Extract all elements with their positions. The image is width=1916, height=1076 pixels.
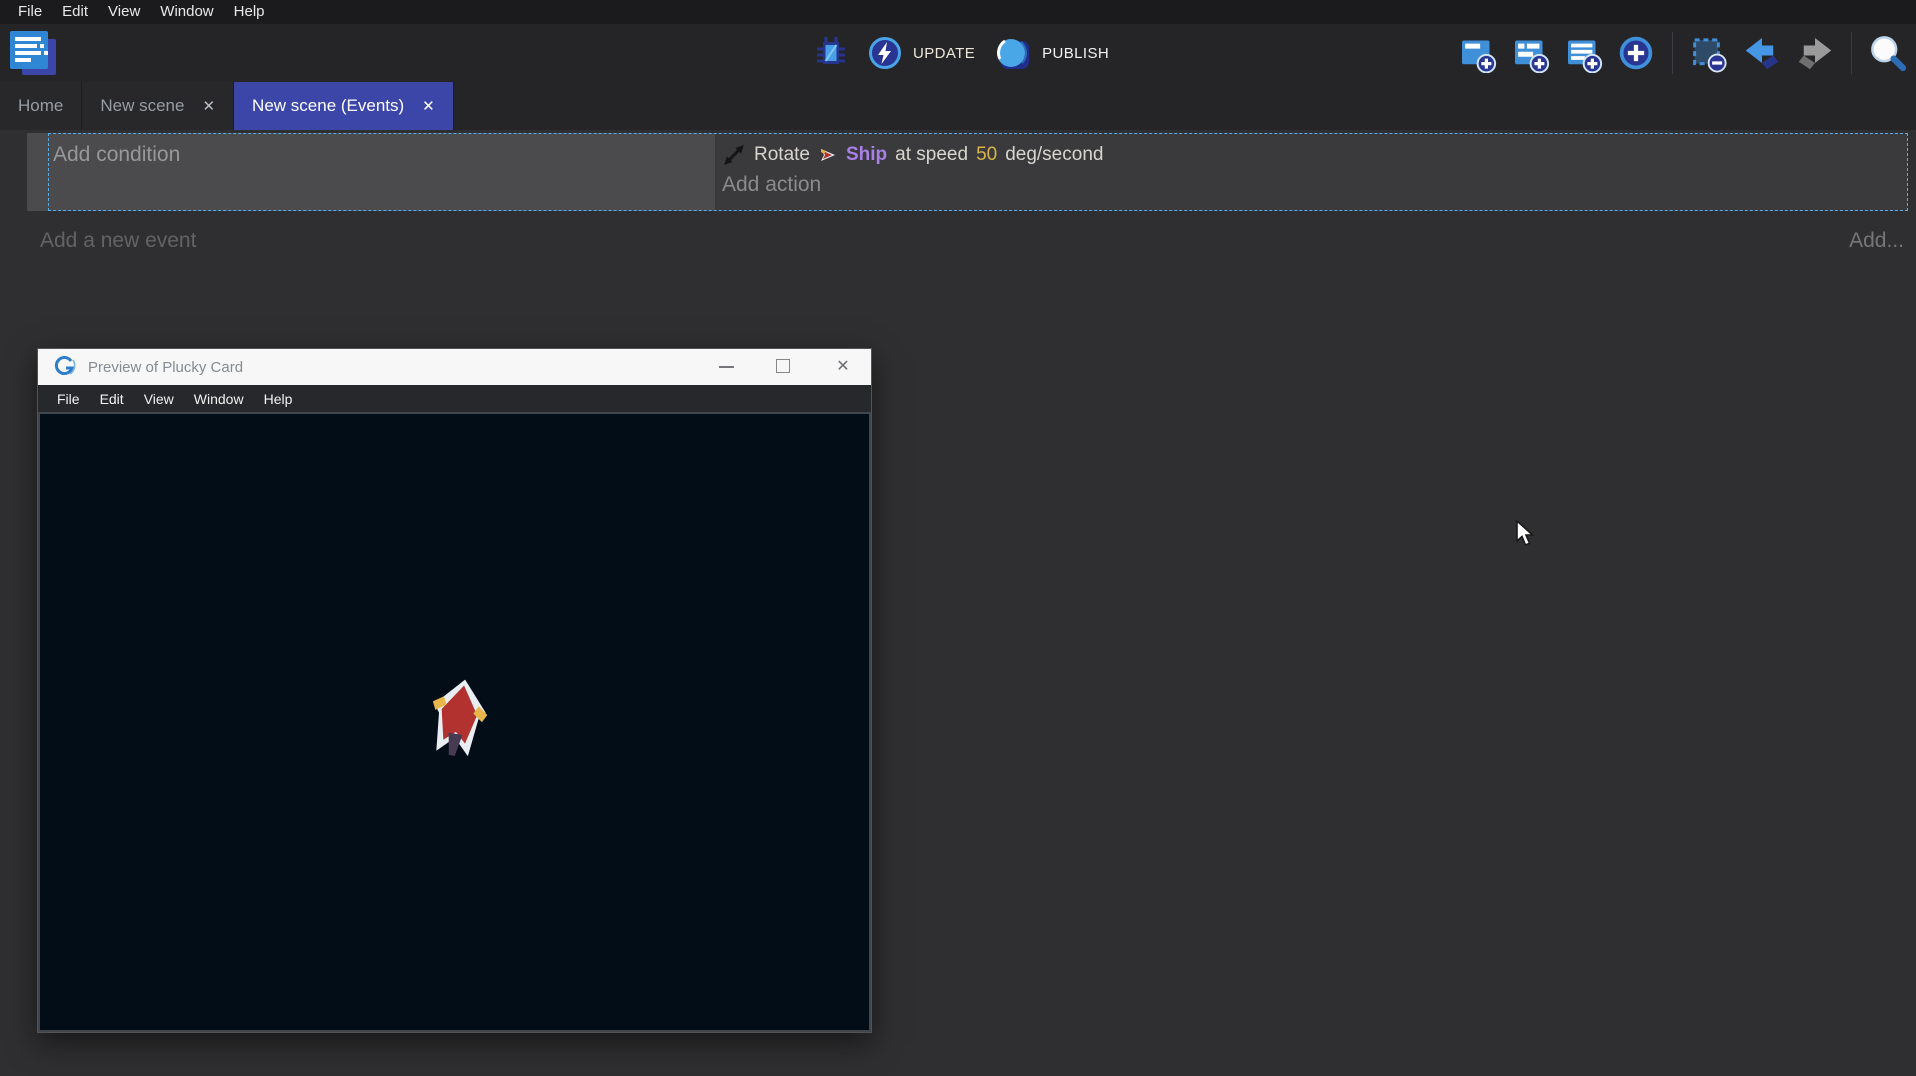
update-button[interactable]: UPDATE <box>866 34 975 72</box>
add-subevent-button[interactable] <box>1510 33 1550 73</box>
publish-button[interactable]: PUBLISH <box>991 33 1109 73</box>
preview-window: Preview of Plucky Card ✕ File Edit View … <box>37 348 872 1033</box>
tab-label: Home <box>18 96 63 116</box>
delete-selection-button[interactable] <box>1689 33 1729 73</box>
add-event-button[interactable] <box>1457 33 1497 73</box>
gdevelop-logo-icon[interactable] <box>10 31 56 75</box>
gdevelop-app: File Edit View Window Help <box>0 0 1916 1076</box>
preview-menu-window[interactable]: Window <box>184 391 254 407</box>
rotate-icon <box>722 143 746 167</box>
game-viewport[interactable] <box>38 412 871 1032</box>
mouse-cursor <box>1515 520 1537 548</box>
ship-thumbnail-icon <box>818 145 838 165</box>
tab-label: New scene <box>100 96 184 116</box>
preview-menu-view[interactable]: View <box>134 391 184 407</box>
gdevelop-g-icon <box>54 356 76 378</box>
add-event-row: Add a new event Add... <box>40 229 1904 253</box>
redo-button[interactable] <box>1795 33 1835 73</box>
ship-sprite <box>416 672 500 768</box>
add-new-event-placeholder[interactable]: Add a new event <box>40 229 196 253</box>
maximize-icon[interactable] <box>776 359 790 373</box>
preview-titlebar[interactable]: Preview of Plucky Card ✕ <box>38 349 871 385</box>
preview-menu-file[interactable]: File <box>47 391 90 407</box>
conditions-cell[interactable]: Add condition <box>27 133 715 211</box>
close-icon[interactable]: ✕ <box>422 97 435 115</box>
add-button[interactable]: Add... <box>1849 229 1904 253</box>
editor-tabbar: Home New scene ✕ New scene (Events) ✕ <box>0 82 1916 130</box>
app-toolbar: UPDATE PUBLISH <box>0 24 1916 82</box>
tab-new-scene[interactable]: New scene ✕ <box>82 82 234 130</box>
minimize-icon[interactable] <box>719 366 734 368</box>
menu-item-window[interactable]: Window <box>150 0 223 24</box>
debug-icon[interactable] <box>812 34 850 72</box>
toolbar-separator <box>1672 32 1673 74</box>
menu-item-view[interactable]: View <box>98 0 150 24</box>
lightning-icon <box>866 34 904 72</box>
action-unit: deg/second <box>1005 144 1103 166</box>
add-comment-button[interactable] <box>1563 33 1603 73</box>
undo-button[interactable] <box>1742 33 1782 73</box>
menu-item-help[interactable]: Help <box>224 0 275 24</box>
app-menubar: File Edit View Window Help <box>0 0 1916 24</box>
action-object-name[interactable]: Ship <box>846 144 887 166</box>
toolbar-separator <box>1851 32 1852 74</box>
publish-label: PUBLISH <box>1042 45 1109 62</box>
action-verb: Rotate <box>754 144 810 166</box>
preview-window-title: Preview of Plucky Card <box>88 359 243 376</box>
add-more-events-button[interactable] <box>1616 33 1656 73</box>
menu-item-file[interactable]: File <box>8 0 52 24</box>
add-action-placeholder[interactable]: Add action <box>722 173 1908 197</box>
close-icon[interactable]: ✕ <box>833 357 853 377</box>
preview-menu-help[interactable]: Help <box>254 391 303 407</box>
search-button[interactable] <box>1868 33 1908 73</box>
update-label: UPDATE <box>913 45 975 62</box>
actions-cell[interactable]: Rotate Ship at speed 50 deg/second Add a… <box>715 133 1908 211</box>
action-text: at speed <box>895 144 968 166</box>
tab-label: New scene (Events) <box>252 96 404 116</box>
tab-home[interactable]: Home <box>0 82 82 130</box>
event-row[interactable]: Add condition Rotate Ship at speed 50 de… <box>27 133 1908 211</box>
action-value[interactable]: 50 <box>976 144 997 166</box>
preview-menu-edit[interactable]: Edit <box>90 391 134 407</box>
tab-new-scene-events[interactable]: New scene (Events) ✕ <box>234 82 454 130</box>
menu-item-edit[interactable]: Edit <box>52 0 98 24</box>
preview-menubar: File Edit View Window Help <box>38 385 871 412</box>
add-condition-placeholder[interactable]: Add condition <box>53 143 180 166</box>
close-icon[interactable]: ✕ <box>202 97 215 115</box>
planet-icon <box>991 33 1033 73</box>
rotate-action[interactable]: Rotate Ship at speed 50 deg/second <box>722 138 1908 172</box>
